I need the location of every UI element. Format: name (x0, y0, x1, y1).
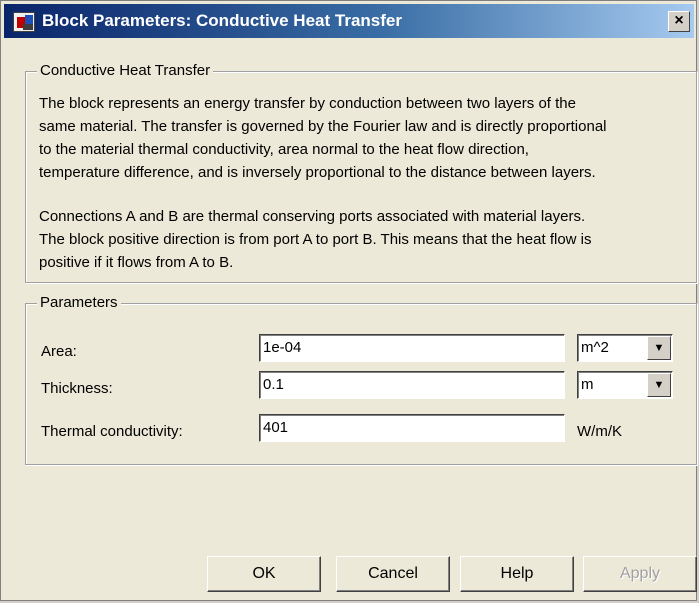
thickness-unit-value: m (581, 376, 594, 393)
cancel-button[interactable]: Cancel (336, 556, 450, 592)
thickness-input[interactable]: 0.1 (259, 371, 565, 399)
description-group-legend: Conductive Heat Transfer (37, 62, 214, 80)
thermal-conductivity-unit: W/m/K (577, 423, 622, 440)
description-line: same material. The transfer is governed … (39, 118, 607, 135)
parameters-group-legend: Parameters (37, 294, 121, 312)
thermal-conductivity-label: Thermal conductivity: (41, 423, 183, 440)
title-bar[interactable]: Block Parameters: Conductive Heat Transf… (4, 4, 694, 38)
thermal-conductivity-input[interactable]: 401 (259, 414, 565, 442)
thickness-label: Thickness: (41, 380, 113, 397)
ok-button[interactable]: OK (207, 556, 321, 592)
area-label: Area: (41, 343, 77, 360)
window-title: Block Parameters: Conductive Heat Transf… (42, 11, 402, 30)
dialog-window: Block Parameters: Conductive Heat Transf… (0, 0, 697, 601)
description-line: positive if it flows from A to B. (39, 254, 234, 271)
description-line: to the material thermal conductivity, ar… (39, 141, 529, 158)
simulink-block-icon (13, 12, 35, 32)
description-paragraph-2: Connections A and B are thermal conservi… (39, 205, 679, 274)
description-line: temperature difference, and is inversely… (39, 164, 596, 181)
apply-button: Apply (583, 556, 697, 592)
area-unit-select[interactable]: m^2 ▼ (577, 334, 673, 362)
description-line: The block represents an energy transfer … (39, 95, 576, 112)
help-button[interactable]: Help (460, 556, 574, 592)
description-line: Connections A and B are thermal conservi… (39, 208, 586, 225)
close-button[interactable]: × (668, 11, 690, 32)
description-paragraph-1: The block represents an energy transfer … (39, 92, 679, 184)
description-line: The block positive direction is from por… (39, 231, 592, 248)
area-input[interactable]: 1e-04 (259, 334, 565, 362)
area-unit-value: m^2 (581, 339, 609, 356)
chevron-down-icon[interactable]: ▼ (647, 336, 671, 360)
chevron-down-icon[interactable]: ▼ (647, 373, 671, 397)
thickness-unit-select[interactable]: m ▼ (577, 371, 673, 399)
